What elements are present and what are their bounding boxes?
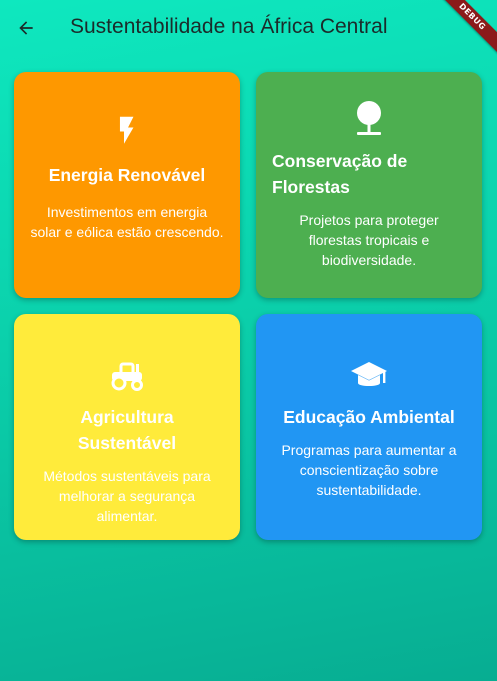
card-educacao-ambiental[interactable]: Educação Ambiental Programas para aument… <box>256 314 482 540</box>
card-title: Energia Renovável <box>48 165 206 185</box>
card-description: Projetos para proteger florestas tropica… <box>299 212 439 268</box>
card-description: Investimentos em energia solar e eólica … <box>30 204 224 240</box>
back-button[interactable] <box>14 16 38 40</box>
tree-icon <box>357 101 381 135</box>
page-title: Sustentabilidade na África Central <box>70 15 388 38</box>
card-description: Métodos sustentáveis para melhorar a seg… <box>43 468 211 524</box>
arrow-back-icon <box>19 21 33 35</box>
bolt-icon <box>119 116 134 144</box>
tractor-icon <box>111 362 143 391</box>
card-agricultura-sustentavel[interactable]: Agricultura Sustentável Métodos sustentá… <box>14 314 240 540</box>
school-icon <box>351 362 387 386</box>
card-conservacao-florestas[interactable]: Conservação de Florestas Projetos para p… <box>256 72 482 298</box>
card-title: Agricultura Sustentável <box>77 407 177 453</box>
card-title: Conservação de Florestas <box>272 151 408 197</box>
card-energia-renovavel[interactable]: Energia Renovável Investimentos em energ… <box>14 72 240 298</box>
app-bar: Sustentabilidade na África Central <box>0 0 497 56</box>
card-description: Programas para aumentar a conscientizaçã… <box>281 442 457 498</box>
card-title: Educação Ambiental <box>283 407 455 427</box>
